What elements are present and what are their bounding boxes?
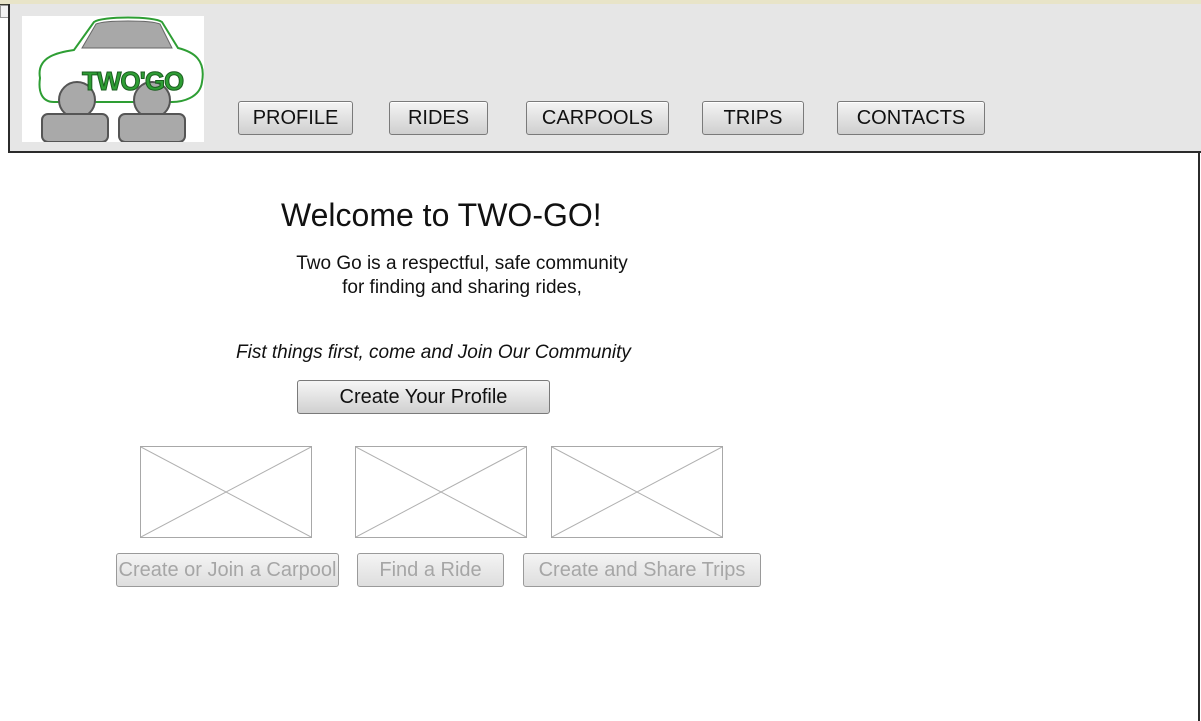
intro-line-2: for finding and sharing rides, <box>342 277 582 298</box>
nav-contacts-button[interactable]: CONTACTS <box>837 101 985 135</box>
intro-text: Two Go is a respectful, safe community f… <box>262 252 662 300</box>
page-title: Welcome to TWO-GO! <box>281 197 602 233</box>
two-go-logo[interactable]: TWO'GO <box>22 16 204 142</box>
nav-trips-button[interactable]: TRIPS <box>702 101 804 135</box>
page-right-border <box>1198 153 1200 721</box>
nav-rides-button[interactable]: RIDES <box>389 101 488 135</box>
find-ride-button[interactable]: Find a Ride <box>357 553 504 587</box>
trips-image-placeholder <box>551 446 723 538</box>
carpool-button[interactable]: Create or Join a Carpool <box>116 553 339 587</box>
create-profile-button[interactable]: Create Your Profile <box>297 380 550 414</box>
intro-line-1: Two Go is a respectful, safe community <box>296 253 628 274</box>
logo-text: TWO'GO <box>81 66 184 97</box>
ride-image-placeholder <box>355 446 527 538</box>
carpool-image-placeholder <box>140 446 312 538</box>
join-tagline: Fist things first, come and Join Our Com… <box>236 342 631 363</box>
nav-carpools-button[interactable]: CARPOOLS <box>526 101 669 135</box>
share-trips-button[interactable]: Create and Share Trips <box>523 553 761 587</box>
nav-profile-button[interactable]: PROFILE <box>238 101 353 135</box>
